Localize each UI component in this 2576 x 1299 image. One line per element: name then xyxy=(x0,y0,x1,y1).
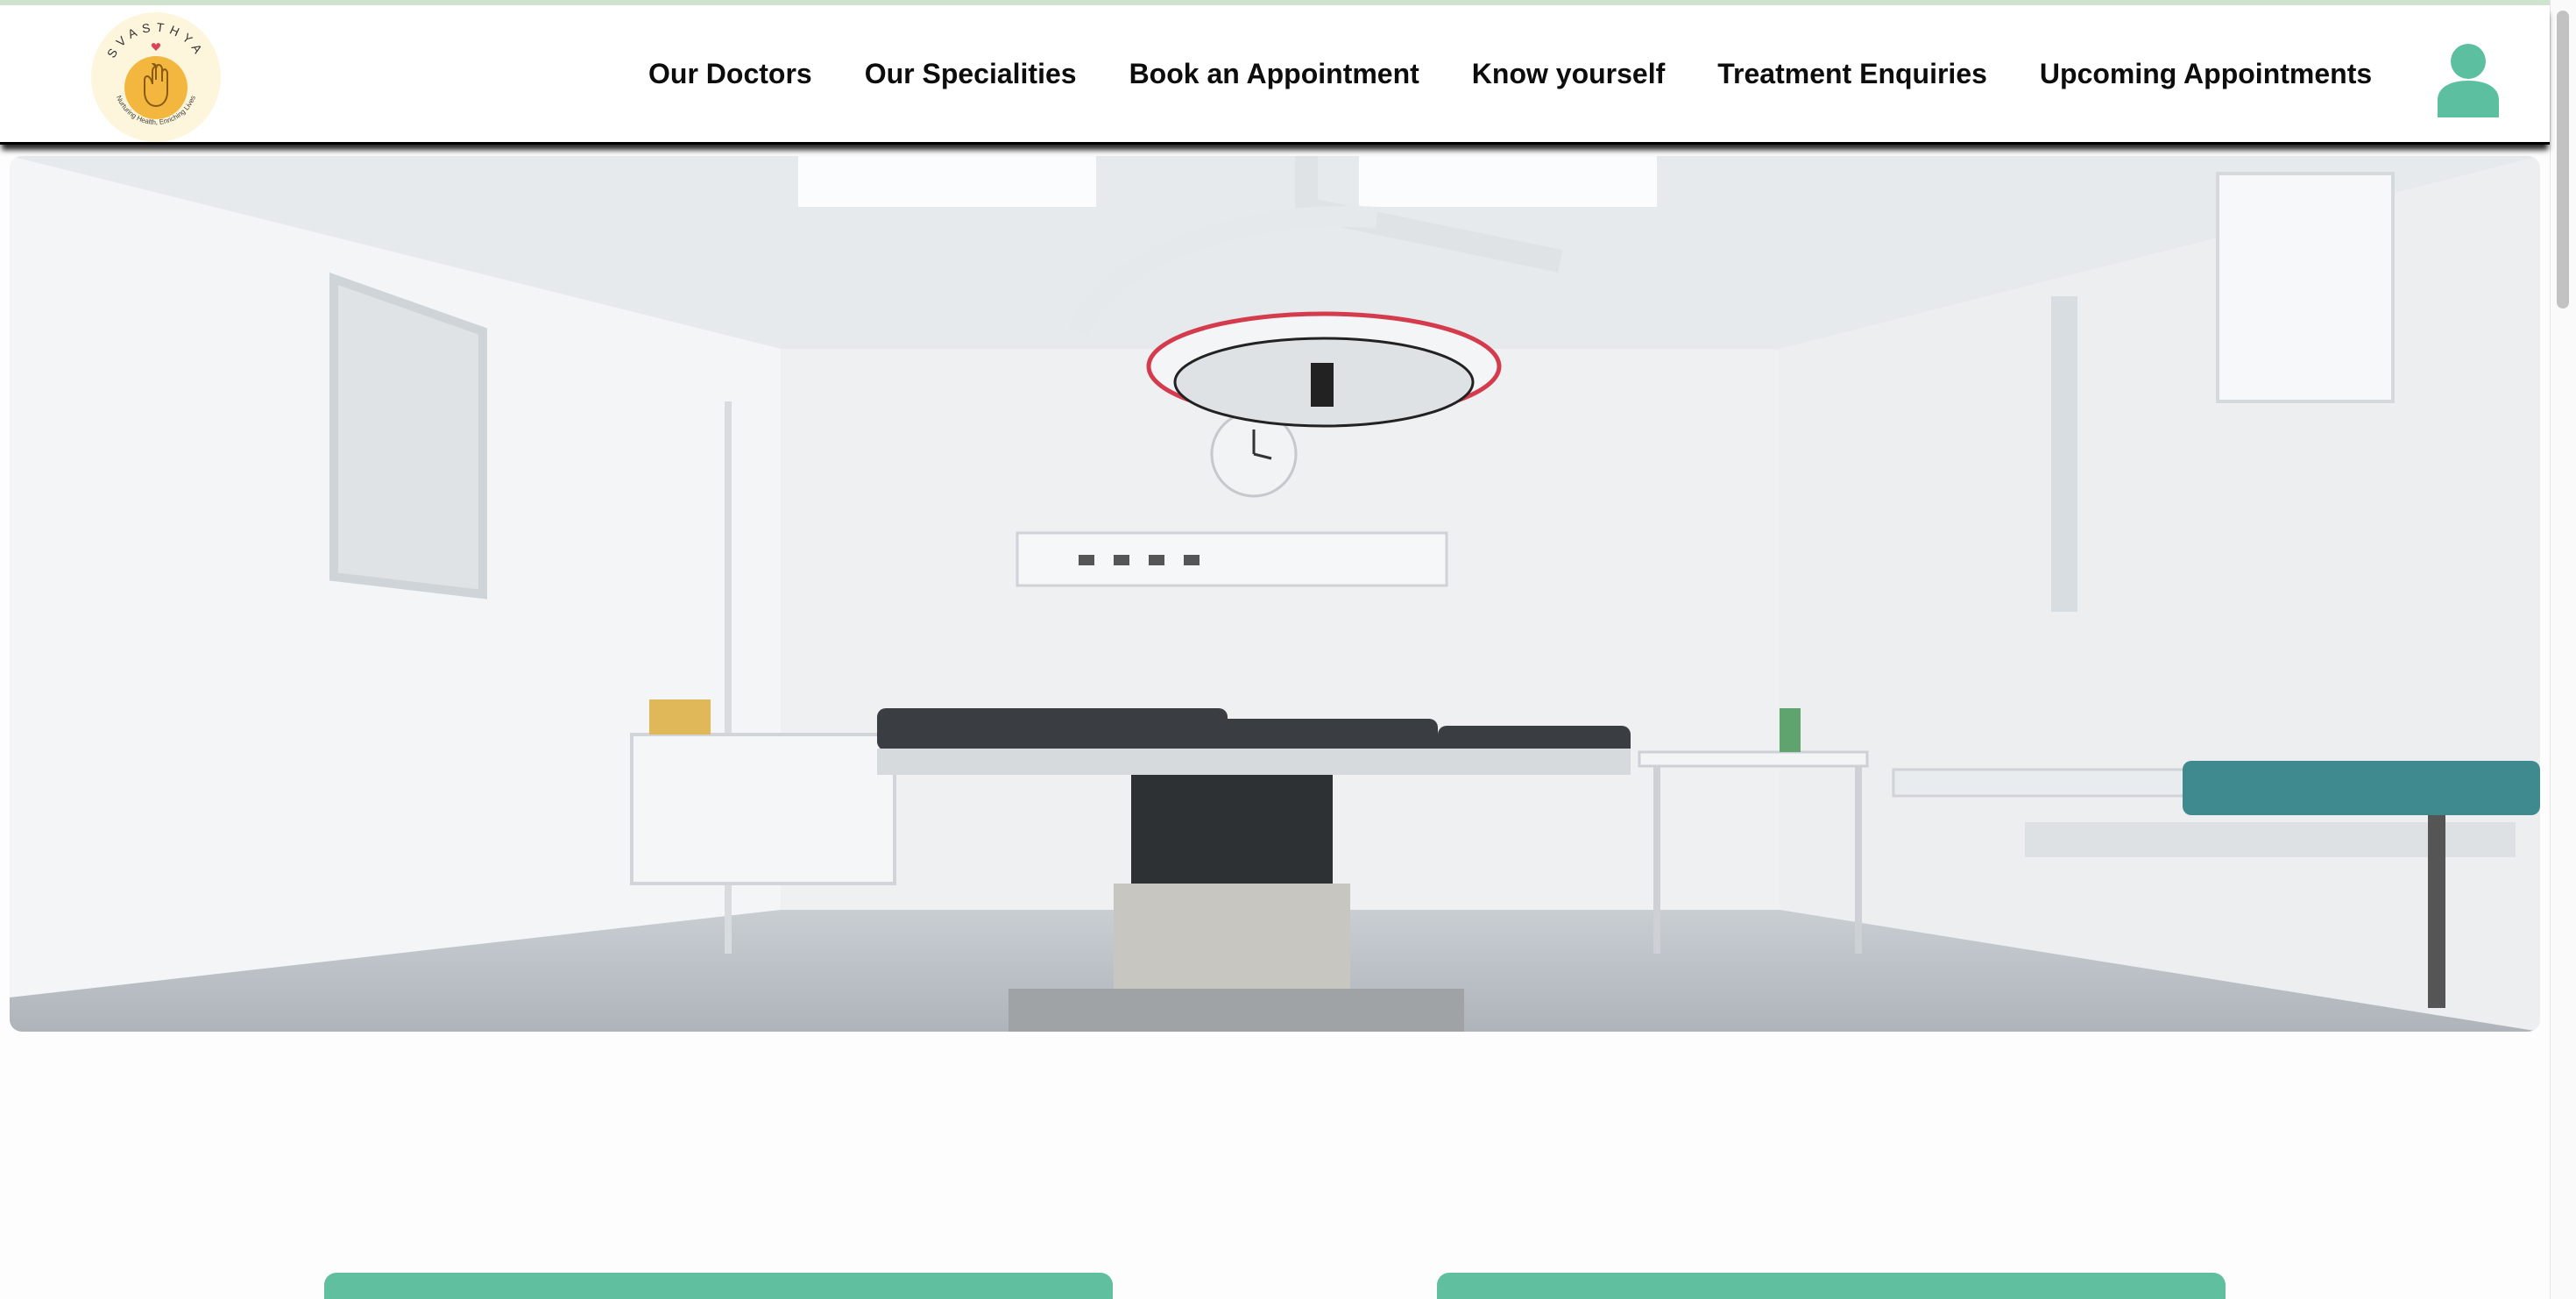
feature-card-right[interactable] xyxy=(1437,1273,2226,1299)
svasthya-logo[interactable]: SVASTHYA Nurturing Health, Enriching Liv… xyxy=(91,12,221,142)
nav-treatment-enquiries[interactable]: Treatment Enquiries xyxy=(1717,58,1987,90)
nav-upcoming-appointments[interactable]: Upcoming Appointments xyxy=(2040,58,2372,90)
operating-room-photo xyxy=(10,156,2540,1032)
nav-book-appointment[interactable]: Book an Appointment xyxy=(1129,58,1419,90)
nav-our-specialities[interactable]: Our Specialities xyxy=(865,58,1077,90)
navbar: SVASTHYA Nurturing Health, Enriching Liv… xyxy=(0,5,2550,145)
scrollbar-thumb[interactable] xyxy=(2557,11,2569,309)
primary-nav: Our Doctors Our Specialities Book an App… xyxy=(648,5,2372,142)
hero-carousel xyxy=(10,156,2540,1032)
user-account-icon[interactable] xyxy=(2436,42,2501,117)
logo-emblem-icon: SVASTHYA Nurturing Health, Enriching Liv… xyxy=(95,16,217,138)
nav-know-yourself[interactable]: Know yourself xyxy=(1472,58,1665,90)
feature-card-left[interactable] xyxy=(324,1273,1113,1299)
nav-our-doctors[interactable]: Our Doctors xyxy=(648,58,812,90)
